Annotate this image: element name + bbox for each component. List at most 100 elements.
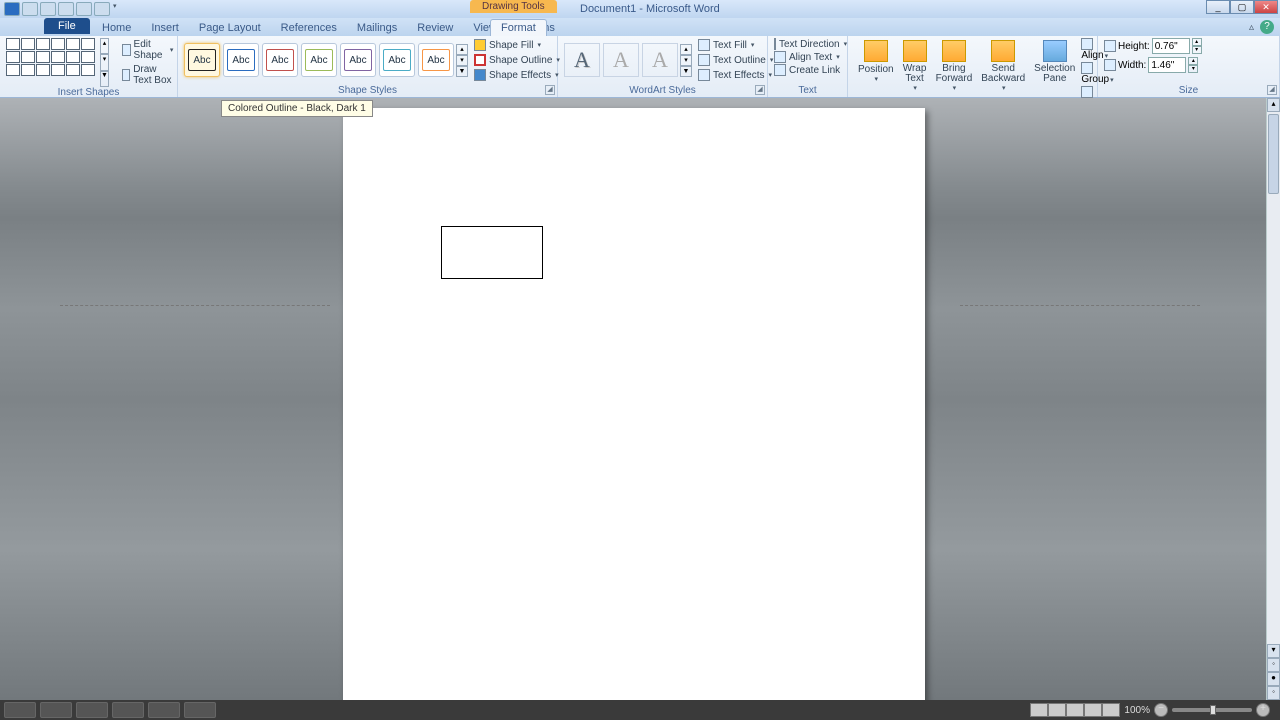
text-fill-button[interactable]: Text Fill▾: [696, 38, 775, 52]
spinner-down-icon[interactable]: ▾: [1188, 65, 1198, 73]
next-page-icon[interactable]: ◦: [1267, 686, 1280, 700]
shape-style-item[interactable]: Abc: [418, 43, 454, 77]
taskbar-item[interactable]: [184, 702, 216, 718]
view-print-layout-icon[interactable]: [1030, 703, 1048, 717]
tab-review[interactable]: Review: [407, 20, 463, 36]
group-label: Text: [774, 85, 841, 97]
shape-style-item[interactable]: Abc: [184, 43, 220, 77]
shape-style-item[interactable]: Abc: [301, 43, 337, 77]
shape-outline-button[interactable]: Shape Outline▾: [472, 53, 562, 67]
context-tool-label: Drawing Tools: [470, 0, 557, 13]
view-web-layout-icon[interactable]: [1066, 703, 1084, 717]
scroll-down-icon[interactable]: ▾: [1267, 644, 1280, 658]
dialog-launcher-icon[interactable]: ◢: [1267, 85, 1277, 95]
document-page[interactable]: [343, 108, 925, 703]
taskbar: 100% − +: [0, 700, 1280, 720]
ribbon-minimize-icon[interactable]: ▵: [1249, 22, 1254, 33]
gallery-more-icon[interactable]: ▼: [100, 71, 109, 87]
rectangle-shape[interactable]: [441, 226, 543, 279]
tab-mailings[interactable]: Mailings: [347, 20, 407, 36]
width-input[interactable]: [1148, 57, 1186, 73]
zoom-percent[interactable]: 100%: [1124, 705, 1150, 716]
dialog-launcher-icon[interactable]: ◢: [755, 85, 765, 95]
gallery-down-icon[interactable]: ▾: [100, 54, 109, 70]
qat-save-icon[interactable]: [22, 2, 38, 16]
edit-shape-button[interactable]: Edit Shape▾: [119, 38, 176, 62]
shape-style-gallery[interactable]: Abc Abc Abc Abc Abc Abc Abc: [184, 43, 454, 77]
text-direction-button[interactable]: Text Direction▾: [774, 38, 841, 50]
shape-style-item[interactable]: Abc: [223, 43, 259, 77]
tab-home[interactable]: Home: [92, 20, 141, 36]
maximize-button[interactable]: ▢: [1230, 0, 1254, 14]
help-icon[interactable]: ?: [1260, 20, 1274, 34]
tab-file[interactable]: File: [44, 18, 90, 34]
tab-references[interactable]: References: [271, 20, 347, 36]
browse-object-icon[interactable]: ●: [1267, 672, 1280, 686]
qat-customize-icon[interactable]: ▾: [113, 2, 117, 16]
qat-icon[interactable]: [94, 2, 110, 16]
spinner-down-icon[interactable]: ▾: [1192, 46, 1202, 54]
group-label: WordArt Styles: [564, 85, 761, 97]
shapes-gallery[interactable]: [6, 38, 95, 87]
dialog-launcher-icon[interactable]: ◢: [545, 85, 555, 95]
view-outline-icon[interactable]: [1084, 703, 1102, 717]
gallery-up-icon[interactable]: ▴: [680, 44, 692, 55]
shape-style-item[interactable]: Abc: [379, 43, 415, 77]
qat-redo-icon[interactable]: [58, 2, 74, 16]
draw-text-box-button[interactable]: Draw Text Box: [119, 63, 176, 87]
gallery-more-icon[interactable]: ▼: [456, 66, 468, 77]
margin-guide: [60, 305, 330, 306]
gallery-down-icon[interactable]: ▾: [680, 55, 692, 66]
taskbar-item[interactable]: [4, 702, 36, 718]
align-text-button[interactable]: Align Text▾: [774, 51, 841, 63]
taskbar-item[interactable]: [112, 702, 144, 718]
view-full-screen-icon[interactable]: [1048, 703, 1066, 717]
gallery-more-icon[interactable]: ▼: [680, 66, 692, 77]
edit-shape-icon: [122, 44, 131, 56]
wordart-item[interactable]: A: [642, 43, 678, 77]
vertical-scrollbar[interactable]: ▴ ▾ ◦ ● ◦: [1266, 98, 1280, 700]
zoom-in-button[interactable]: +: [1256, 703, 1270, 717]
taskbar-item[interactable]: [40, 702, 72, 718]
close-button[interactable]: ✕: [1254, 0, 1278, 14]
taskbar-item[interactable]: [148, 702, 180, 718]
gallery-up-icon[interactable]: ▴: [456, 44, 468, 55]
shape-style-item[interactable]: Abc: [262, 43, 298, 77]
tab-page-layout[interactable]: Page Layout: [189, 20, 271, 36]
scroll-up-icon[interactable]: ▴: [1267, 98, 1280, 112]
prev-page-icon[interactable]: ◦: [1267, 658, 1280, 672]
zoom-out-button[interactable]: −: [1154, 703, 1168, 717]
wordart-gallery[interactable]: A A A: [564, 43, 678, 77]
wordart-item[interactable]: A: [603, 43, 639, 77]
gallery-up-icon[interactable]: ▴: [100, 38, 109, 54]
group-label: Size: [1104, 85, 1273, 97]
scroll-thumb[interactable]: [1268, 114, 1279, 194]
qat-icon[interactable]: [76, 2, 92, 16]
taskbar-item[interactable]: [76, 702, 108, 718]
height-input[interactable]: [1152, 38, 1190, 54]
align-icon: [1081, 38, 1093, 50]
spinner-up-icon[interactable]: ▴: [1188, 57, 1198, 65]
wordart-item[interactable]: A: [564, 43, 600, 77]
effects-icon: [474, 69, 486, 81]
create-link-button[interactable]: Create Link: [774, 64, 841, 76]
gallery-down-icon[interactable]: ▾: [456, 55, 468, 66]
minimize-button[interactable]: _: [1206, 0, 1230, 14]
zoom-slider[interactable]: [1172, 708, 1252, 712]
view-draft-icon[interactable]: [1102, 703, 1120, 717]
app-icon: [4, 2, 20, 16]
spinner-up-icon[interactable]: ▴: [1192, 38, 1202, 46]
paint-bucket-icon: [474, 39, 486, 51]
text-effects-button[interactable]: Text Effects▾: [696, 68, 775, 82]
document-workspace[interactable]: [0, 98, 1266, 700]
tab-format[interactable]: Format: [490, 19, 547, 36]
text-effects-icon: [698, 69, 710, 81]
shape-style-item[interactable]: Abc: [340, 43, 376, 77]
link-icon: [774, 64, 786, 76]
tab-insert[interactable]: Insert: [141, 20, 189, 36]
zoom-slider-handle[interactable]: [1210, 705, 1216, 715]
shape-effects-button[interactable]: Shape Effects▾: [472, 68, 562, 82]
text-outline-button[interactable]: Text Outline▾: [696, 53, 775, 67]
shape-fill-button[interactable]: Shape Fill▾: [472, 38, 562, 52]
qat-undo-icon[interactable]: [40, 2, 56, 16]
